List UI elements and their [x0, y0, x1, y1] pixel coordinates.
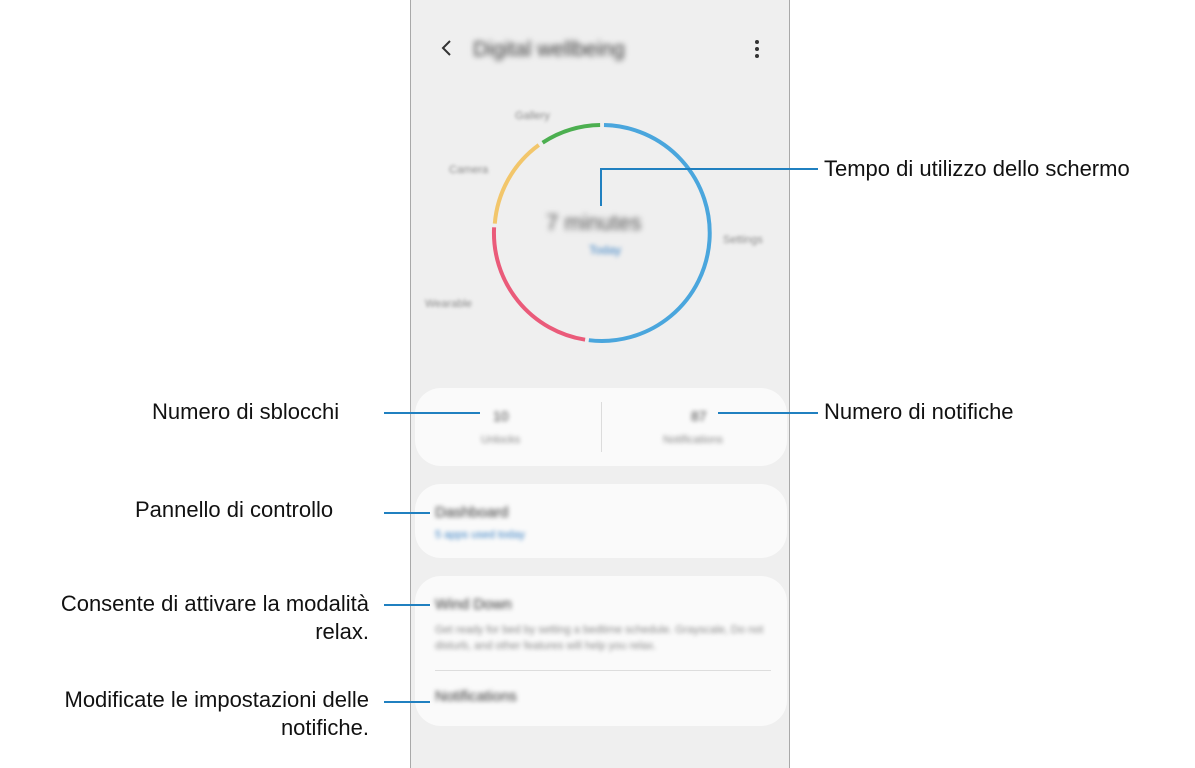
- callout-relax-line2: relax.: [315, 619, 369, 644]
- leader-line-relax: [384, 604, 430, 606]
- callout-screen-time: Tempo di utilizzo dello schermo: [824, 156, 1130, 181]
- callout-relax-line1: Consente di attivare la modalità: [60, 591, 369, 616]
- ring-app-label: Settings: [723, 234, 763, 246]
- dashboard-subtitle: 5 apps used today: [435, 529, 525, 541]
- stats-divider: [601, 402, 602, 452]
- ring-segment-green: [541, 123, 601, 145]
- callout-notif-line1: Modificate le impostazioni delle: [64, 687, 370, 712]
- unlocks-count: 10: [493, 408, 509, 424]
- callout-relax: Consente di attivare la modalità relax.: [61, 590, 369, 646]
- wind-down-description: Get ready for bed by setting a bedtime s…: [435, 624, 764, 652]
- callout-notifications: Numero di notifiche: [824, 399, 1014, 424]
- callout-notification-settings: Modificate le impostazioni delle notific…: [65, 686, 370, 742]
- unlocks-label: Unlocks: [481, 434, 521, 446]
- dashboard-title: Dashboard: [435, 504, 509, 521]
- total-screen-time: 7 minutes: [546, 210, 642, 235]
- leader-line-notifications: [718, 412, 818, 414]
- settings-divider: [435, 670, 771, 671]
- ring-segment-pink: [491, 227, 586, 342]
- leader-line-dashboard: [384, 512, 430, 514]
- ring-app-label: Camera: [449, 164, 489, 176]
- ring-app-label: Wearable: [425, 298, 472, 310]
- settings-card: Wind Down Get ready for bed by setting a…: [415, 576, 787, 726]
- leader-line-unlocks: [384, 412, 480, 414]
- notifications-label: Notifications: [663, 434, 723, 446]
- stats-card: 10 Unlocks 87 Notifications: [415, 388, 787, 466]
- wind-down-title[interactable]: Wind Down: [435, 596, 512, 613]
- callout-notif-line2: notifiche.: [280, 715, 369, 740]
- dashboard-card[interactable]: Dashboard 5 apps used today: [415, 484, 787, 558]
- notifications-setting-title[interactable]: Notifications: [435, 688, 517, 705]
- leader-line-screen-time-vertical: [600, 168, 602, 206]
- leader-line-screen-time: [600, 168, 818, 170]
- notifications-count: 87: [691, 408, 707, 424]
- phone-screen: Digital wellbeing Gallery Camera Setting…: [410, 0, 790, 768]
- ring-segment-yellow: [492, 143, 540, 224]
- leader-line-notification-settings: [384, 701, 430, 703]
- callout-dashboard: Pannello di controllo: [135, 497, 334, 522]
- today-link[interactable]: Today: [589, 243, 621, 257]
- callout-unlocks: Numero di sblocchi: [152, 399, 340, 424]
- ring-app-label: Gallery: [515, 110, 550, 122]
